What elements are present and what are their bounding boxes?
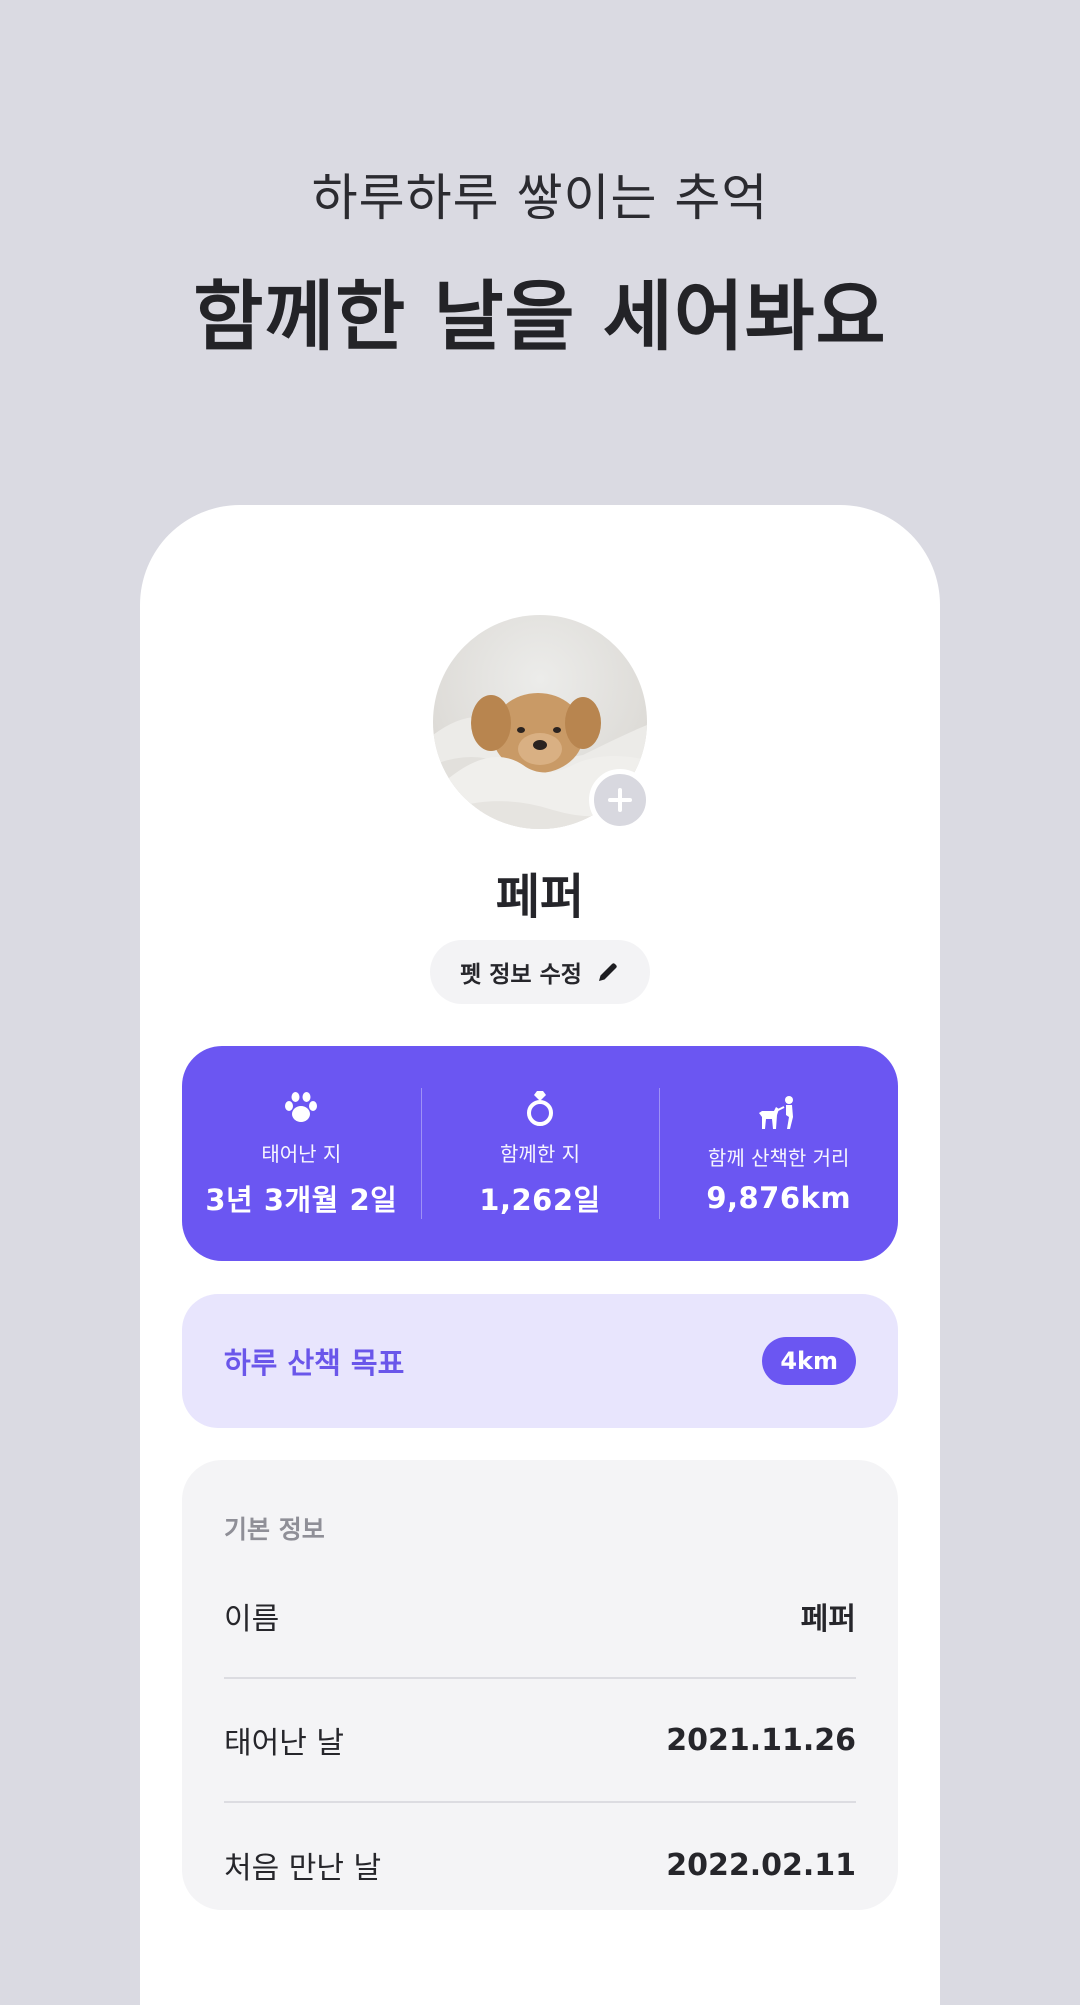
pencil-icon	[598, 963, 617, 981]
goal-label: 하루 산책 목표	[224, 1346, 405, 1380]
headline-title: 함께한 날을 세어봐요	[193, 272, 887, 361]
info-key: 이름	[224, 1602, 280, 1637]
paw-icon	[283, 1088, 319, 1128]
info-row-first-met: 처음 만난 날 2022.02.11	[224, 1803, 856, 1927]
stat-label: 함께 산책한 거리	[707, 1146, 850, 1170]
phone-screen: 페퍼 펫 정보 수정 태어난 지 3년 3개월 2일 함께한 지 1,262일 …	[140, 505, 940, 2005]
info-value: 2021.11.26	[666, 1722, 856, 1758]
stat-value: 1,262일	[479, 1183, 601, 1217]
info-value: 페퍼	[800, 1602, 856, 1637]
info-key: 태어난 날	[224, 1726, 344, 1761]
stat-label: 태어난 지	[261, 1142, 342, 1166]
add-photo-button[interactable]	[589, 769, 651, 831]
edit-pet-info-button[interactable]: 펫 정보 수정	[430, 940, 650, 1004]
goal-badge: 4km	[762, 1337, 856, 1385]
stat-together: 함께한 지 1,262일	[420, 1046, 660, 1261]
info-key: 처음 만난 날	[224, 1851, 382, 1886]
stat-value: 9,876km	[706, 1181, 852, 1215]
basic-info-heading: 기본 정보	[224, 1515, 325, 1544]
info-value: 2022.02.11	[666, 1847, 856, 1883]
basic-info-card: 기본 정보 이름 페퍼 태어난 날 2021.11.26 처음 만난 날 202…	[182, 1460, 898, 1910]
pet-name: 페퍼	[495, 869, 585, 925]
stat-walk-distance: 함께 산책한 거리 9,876km	[659, 1046, 898, 1261]
edit-pet-info-label: 펫 정보 수정	[460, 962, 582, 988]
headline-subtitle: 하루하루 쌓이는 추억	[311, 169, 769, 227]
stat-age: 태어난 지 3년 3개월 2일	[182, 1046, 421, 1261]
profile-photo-area	[433, 615, 651, 831]
plus-icon	[608, 788, 632, 812]
info-row-birthday: 태어난 날 2021.11.26	[224, 1679, 856, 1803]
ring-icon	[525, 1088, 555, 1128]
stat-label: 함께한 지	[500, 1142, 580, 1166]
stat-value: 3년 3개월 2일	[205, 1183, 398, 1217]
dog-walk-icon	[758, 1092, 800, 1132]
daily-walk-goal[interactable]: 하루 산책 목표 4km	[182, 1294, 898, 1428]
info-row-name: 이름 페퍼	[224, 1555, 856, 1679]
stats-card: 태어난 지 3년 3개월 2일 함께한 지 1,262일 함께 산책한 거리 9…	[182, 1046, 898, 1261]
